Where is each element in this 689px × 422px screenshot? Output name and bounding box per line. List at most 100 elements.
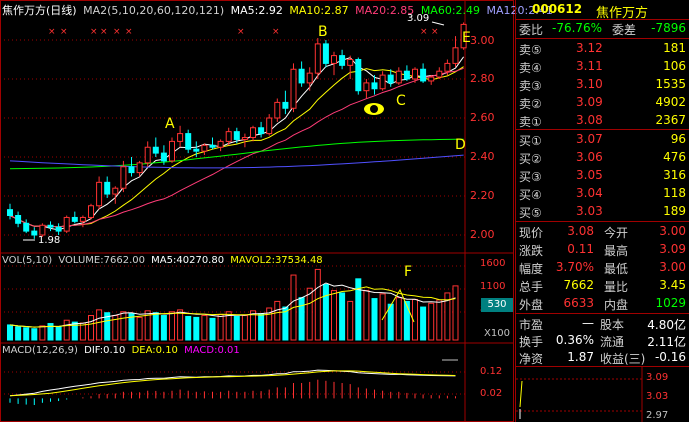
stat-label: 今开 [604,226,629,240]
price-axis-label: 2.80 [470,72,495,85]
fundamental-row: 换手 0.36% 流通 2.11亿 [516,332,689,349]
volume-bar [23,327,30,341]
volume-bar [387,303,394,341]
dif-value: DIF:0.10 [84,345,126,356]
vol-params: VOL(5,10) [2,255,53,266]
vol-axis-label: 1600 [480,258,506,269]
bid-label: 买④ [519,188,542,202]
annotation-e: E [462,30,471,46]
annotation-d: D [455,137,466,153]
macd-axis-label: 0.12 [480,366,503,377]
macd-lines [9,369,456,397]
volume-bar [258,313,265,341]
volume-bar [420,306,427,341]
bid-price: 3.03 [576,204,603,218]
candle-body [169,140,175,162]
candle-body [250,127,256,138]
bid-row: 买⑤ 3.03 189 [516,203,689,220]
volume-bars [7,268,459,341]
candle-body [395,70,402,84]
volume-bar [120,311,127,341]
price-axis-label: 2.00 [470,228,495,241]
candlesticks [7,22,467,239]
candle-body [217,140,224,148]
ask-row: 卖① 3.08 2367 [516,112,689,129]
stat-label: 总手 [519,280,544,294]
ask-volume: 2367 [655,113,686,127]
volume-bar [395,297,402,341]
volume-bar [88,315,94,341]
event-marker: × [125,27,133,37]
candle-body [225,131,232,142]
candle-body [298,68,305,84]
candle-body [428,76,435,82]
candle-body [363,82,370,92]
bid-row: 买③ 3.05 316 [516,167,689,184]
bid-volume: 316 [663,168,686,182]
volume-bar [201,315,208,341]
ma60-value: MA60:2.49 [420,4,481,17]
bid-price: 3.06 [576,150,603,164]
volume-bar [15,326,22,341]
bid-row: 买② 3.06 476 [516,149,689,166]
main-chart-legend: 焦作万方(日线) MA2(5,10,20,60,120,121) MA5:2.9… [2,2,553,18]
candle-body [355,59,362,92]
volume-marker-badge: 530 [481,298,513,312]
candle-body [339,55,346,66]
quote-panel: 000612 焦作万方 委比 -76.76% 委差 -7896 卖⑤ 3.12 18… [515,0,689,422]
volume-bar [217,314,224,341]
candle-body [452,47,459,64]
stock-chart[interactable]: × × × × × × × × × × [0,0,515,422]
mavol2-value: MAVOL2:37534.48 [230,255,323,266]
candle-body [347,59,354,66]
volume-unit-label: X100 [484,328,510,339]
stat-label: 最高 [604,244,629,258]
candle-body [96,181,103,207]
fundamental-value: 1.87 [567,350,594,364]
weicha-value: -7896 [651,21,686,35]
webi-label: 委比 [519,23,544,37]
ask-row: 卖④ 3.11 106 [516,58,689,75]
stock-name-title: 焦作万方(日线) [2,4,77,17]
volume-bar [452,285,459,341]
ask-label: 卖⑤ [519,43,542,57]
event-marker: × [100,27,108,37]
event-marker: × [90,27,98,37]
mini-axis-label: 3.03 [646,391,669,402]
fundamental-value: 4.80亿 [647,318,686,332]
volume-bar [436,299,443,341]
fundamental-label: 流通 [600,335,625,349]
ask-row: 卖⑤ 3.12 181 [516,40,689,57]
candle-body [274,101,281,119]
ma20-value: MA20:2.85 [355,4,415,17]
stat-row: 总手 7662 量比 3.45 [516,277,689,294]
candle-body [290,68,297,109]
fundamental-row: 市盈 — 股本 4.80亿 [516,315,689,332]
bid-row: 买④ 3.04 118 [516,185,689,202]
macd-histogram [9,379,456,405]
stat-label: 涨跌 [519,244,544,258]
macd-legend: MACD(12,26,9) DIF:0.10 DEA:0.10 MACD:0.0… [2,345,240,356]
stat-label: 外盘 [519,298,544,312]
candle-body [23,222,30,232]
stat-value: 7662 [563,278,594,292]
volume-bar [177,309,184,341]
fundamental-label: 净资 [519,352,544,366]
volume-bar [371,298,378,341]
event-marker: × [431,27,439,37]
candle-body [55,226,62,232]
stat-value: 6633 [563,296,594,310]
stat-label: 内盘 [604,298,629,312]
candle-body [160,152,167,162]
candle-body [136,162,143,174]
fundamental-row: 净资 1.87 收益(三) -0.16 [516,349,689,366]
dea-value: DEA:0.10 [131,345,178,356]
candle-body [152,146,159,154]
macd-axis-label: 0.02 [480,388,503,399]
mini-axis-label: 2.97 [646,410,669,421]
candle-body [112,187,119,195]
volume-bar [322,283,329,341]
volume-bar [241,315,248,341]
webi-value: -76.76% [552,21,603,35]
annotation-c: C [396,93,406,109]
